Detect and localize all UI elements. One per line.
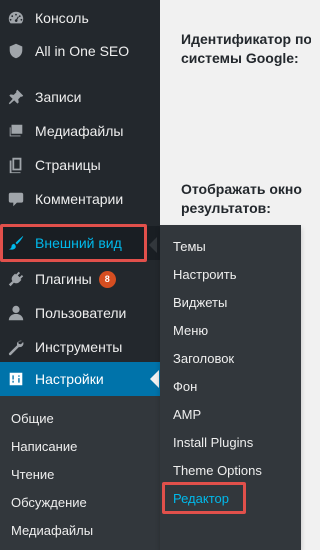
flyout-item-editor[interactable]: Редактор [173,490,229,507]
settings-submenu: Общие Написание Чтение Обсуждение Медиаф… [0,396,160,550]
sidebar-item-posts[interactable]: Записи [0,80,160,114]
sidebar-item-label: Консоль [35,10,89,26]
flyout-item-theme-options[interactable]: Theme Options [173,462,262,479]
sidebar-item-all-in-one-seo[interactable]: All in One SEO [0,34,160,68]
comments-icon [7,190,25,208]
flyout-pointer [149,237,157,253]
pages-icon [7,156,25,174]
tools-icon [7,338,25,356]
pushpin-icon [7,88,25,106]
current-menu-arrow [150,370,159,388]
sidebar-item-pages[interactable]: Страницы [0,148,160,182]
sidebar-item-dashboard[interactable]: Консоль [0,1,160,35]
sidebar-item-label: Пользователи [35,305,127,321]
sidebar-item-comments[interactable]: Комментарии [0,182,160,216]
plugins-icon [7,270,25,288]
sidebar-item-label: Внешний вид [35,235,122,251]
sidebar-item-label: All in One SEO [35,43,130,59]
sidebar-item-label: Страницы [35,157,101,173]
submenu-item-reading[interactable]: Чтение [11,466,54,483]
sidebar-item-plugins[interactable]: Плагины 8 [0,262,160,296]
sidebar-item-label: Настройки [35,371,104,387]
submenu-item-discussion[interactable]: Обсуждение [11,494,87,511]
paintbrush-icon [7,234,25,252]
flyout-item-menus[interactable]: Меню [173,322,208,339]
flyout-item-header[interactable]: Заголовок [173,350,234,367]
sidebar-item-label: Инструменты [35,339,123,355]
shield-icon [7,42,25,60]
submenu-item-writing[interactable]: Написание [11,438,77,455]
media-icon [7,122,25,140]
admin-sidebar: Консоль All in One SEO Записи Медиафайлы… [0,0,160,550]
sidebar-item-label: Записи [35,89,82,105]
results-window-label: Отображать окно результатов: [181,181,302,216]
sidebar-item-tools[interactable]: Инструменты [0,330,160,364]
appearance-flyout-menu: Темы Настроить Виджеты Меню Заголовок Фо… [160,225,301,550]
flyout-item-amp[interactable]: AMP [173,406,201,423]
sidebar-item-media[interactable]: Медиафайлы [0,114,160,148]
users-icon [7,304,25,322]
settings-icon [7,370,25,388]
flyout-item-background[interactable]: Фон [173,378,197,395]
google-id-label: Идентификатор по системы Google: [181,31,311,66]
sidebar-item-users[interactable]: Пользователи [0,296,160,330]
sidebar-item-settings[interactable]: Настройки [0,362,160,396]
flyout-item-customize[interactable]: Настроить [173,266,237,283]
sidebar-item-label: Медиафайлы [35,123,124,139]
submenu-item-general[interactable]: Общие [11,410,54,427]
flyout-item-install-plugins[interactable]: Install Plugins [173,434,253,451]
sidebar-item-appearance[interactable]: Внешний вид [0,226,160,260]
flyout-item-widgets[interactable]: Виджеты [173,294,227,311]
sidebar-item-label: Плагины [35,271,92,287]
dashboard-icon [7,9,25,27]
submenu-item-media[interactable]: Медиафайлы [11,522,93,539]
flyout-item-themes[interactable]: Темы [173,238,206,255]
plugins-update-badge: 8 [98,270,116,288]
sidebar-item-label: Комментарии [35,191,124,207]
